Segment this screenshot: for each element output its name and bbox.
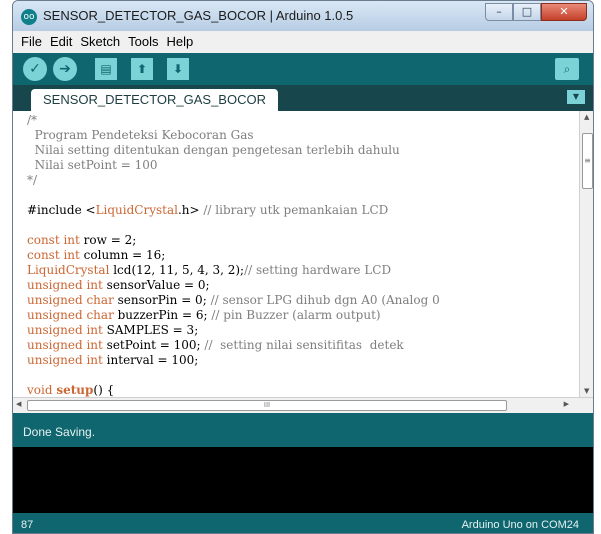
code-token: lcd(12, 11, 5, 4, 3, 2); [109,263,245,277]
code-line: const int row = 2; [27,233,136,247]
scroll-down-arrow-icon[interactable]: ▼ [584,387,589,395]
code-token: #include < [27,203,96,217]
status-message: Done Saving. [23,425,96,439]
maximize-button[interactable]: □ [513,3,541,21]
menu-tools[interactable]: Tools [124,31,162,53]
code-keyword: const int [27,248,80,262]
console-output[interactable] [13,447,593,513]
code-line: const int column = 16; [27,248,165,262]
code-comment: // setting nilai sensitifitas detek [204,338,404,352]
upload-button[interactable]: ➔ [53,57,77,81]
open-button[interactable]: ⬆ [131,58,153,80]
code-keyword: const int [27,233,80,247]
code-keyword: unsigned int [27,323,103,337]
save-button[interactable]: ⬇ [167,58,189,80]
code-token: row = 2; [79,233,137,247]
menu-file[interactable]: File [17,31,46,53]
code-line: unsigned int setPoint = 100; // setting … [27,338,404,352]
line-number: 87 [21,519,34,531]
menu-bar: File Edit Sketch Tools Help [13,31,593,53]
vertical-scroll-thumb[interactable]: ≡ [582,133,593,189]
code-keyword: unsigned char [27,293,114,307]
code-token: sensorValue = 0; [102,278,210,292]
code-line: #include <LiquidCrystal.h> // library ut… [27,203,388,217]
code-line: Nilai setPoint = 100 [27,158,158,172]
code-token: column = 16; [79,248,166,262]
code-editor[interactable]: /* Program Pendeteksi Kebocoran Gas Nila… [13,111,579,397]
window-controls: – □ ✕ [485,3,587,23]
code-token: interval = 100; [102,353,199,367]
code-line: unsigned char buzzerPin = 6; // pin Buzz… [27,308,381,322]
code-comment: // sensor LPG dihub dgn A0 (Analog 0 [210,293,440,307]
horizontal-scrollbar[interactable]: ◀ III ▶ [13,397,593,413]
menu-edit[interactable]: Edit [46,31,76,53]
scroll-left-arrow-icon[interactable]: ◀ [16,400,21,408]
status-bar: Done Saving. [13,413,593,447]
code-token: () { [93,383,115,397]
toolbar: ✓ ➔ ▤ ⬆ ⬇ ⌕ [13,53,593,85]
serial-monitor-button[interactable]: ⌕ [555,58,579,80]
code-line: /* [27,113,38,127]
tab-menu-button[interactable]: ▼ [567,90,585,104]
code-keyword: unsigned int [27,353,103,367]
code-token: .h> [177,203,204,217]
code-line: unsigned int SAMPLES = 3; [27,323,198,337]
horizontal-scroll-thumb[interactable]: III [27,400,507,411]
arduino-ide-window: oo SENSOR_DETECTOR_GAS_BOCOR | Arduino 1… [12,0,594,534]
board-port-label: Arduino Uno on COM24 [461,519,579,531]
tab-sketch[interactable]: SENSOR_DETECTOR_GAS_BOCOR [31,89,278,111]
code-line: unsigned int interval = 100; [27,353,198,367]
code-keyword: void [27,383,53,397]
minimize-button[interactable]: – [485,3,513,21]
code-token: LiquidCrystal [95,203,178,217]
code-function: setup [56,383,94,397]
code-line: */ [27,173,38,187]
code-keyword: LiquidCrystal [27,263,110,277]
tab-bar: SENSOR_DETECTOR_GAS_BOCOR ▼ [13,85,593,111]
code-line: LiquidCrystal lcd(12, 11, 5, 4, 3, 2);//… [27,263,391,277]
code-line: unsigned char sensorPin = 0; // sensor L… [27,293,440,307]
code-keyword: unsigned int [27,278,103,292]
scroll-right-arrow-icon[interactable]: ▶ [564,400,569,408]
code-token: sensorPin = 0; [113,293,211,307]
scroll-up-arrow-icon[interactable]: ▲ [584,113,589,121]
menu-sketch[interactable]: Sketch [76,31,124,53]
code-keyword: unsigned char [27,308,114,322]
footer-bar: 87 Arduino Uno on COM24 [13,513,593,533]
code-line: Program Pendeteksi Kebocoran Gas [27,128,254,142]
arduino-icon: oo [21,9,37,25]
vertical-scrollbar[interactable]: ▲ ≡ ▼ [579,111,593,397]
code-comment: // library utk pemankaian LCD [203,203,389,217]
code-line: Nilai setting ditentukan dengan pengetes… [27,143,400,157]
verify-button[interactable]: ✓ [23,57,47,81]
code-token: setPoint = 100; [102,338,205,352]
code-keyword: unsigned int [27,338,103,352]
code-comment: // setting hardware LCD [244,263,392,277]
menu-help[interactable]: Help [162,31,197,53]
code-comment: // pin Buzzer (alarm output) [211,308,381,322]
code-line: void setup() { [27,383,114,397]
window-title: SENSOR_DETECTOR_GAS_BOCOR | Arduino 1.0.… [43,8,354,23]
code-token: SAMPLES = 3; [102,323,199,337]
code-line: unsigned int sensorValue = 0; [27,278,210,292]
code-token: buzzerPin = 6; [113,308,212,322]
title-bar[interactable]: oo SENSOR_DETECTOR_GAS_BOCOR | Arduino 1… [13,1,593,31]
close-button[interactable]: ✕ [541,3,587,21]
new-button[interactable]: ▤ [95,58,117,80]
